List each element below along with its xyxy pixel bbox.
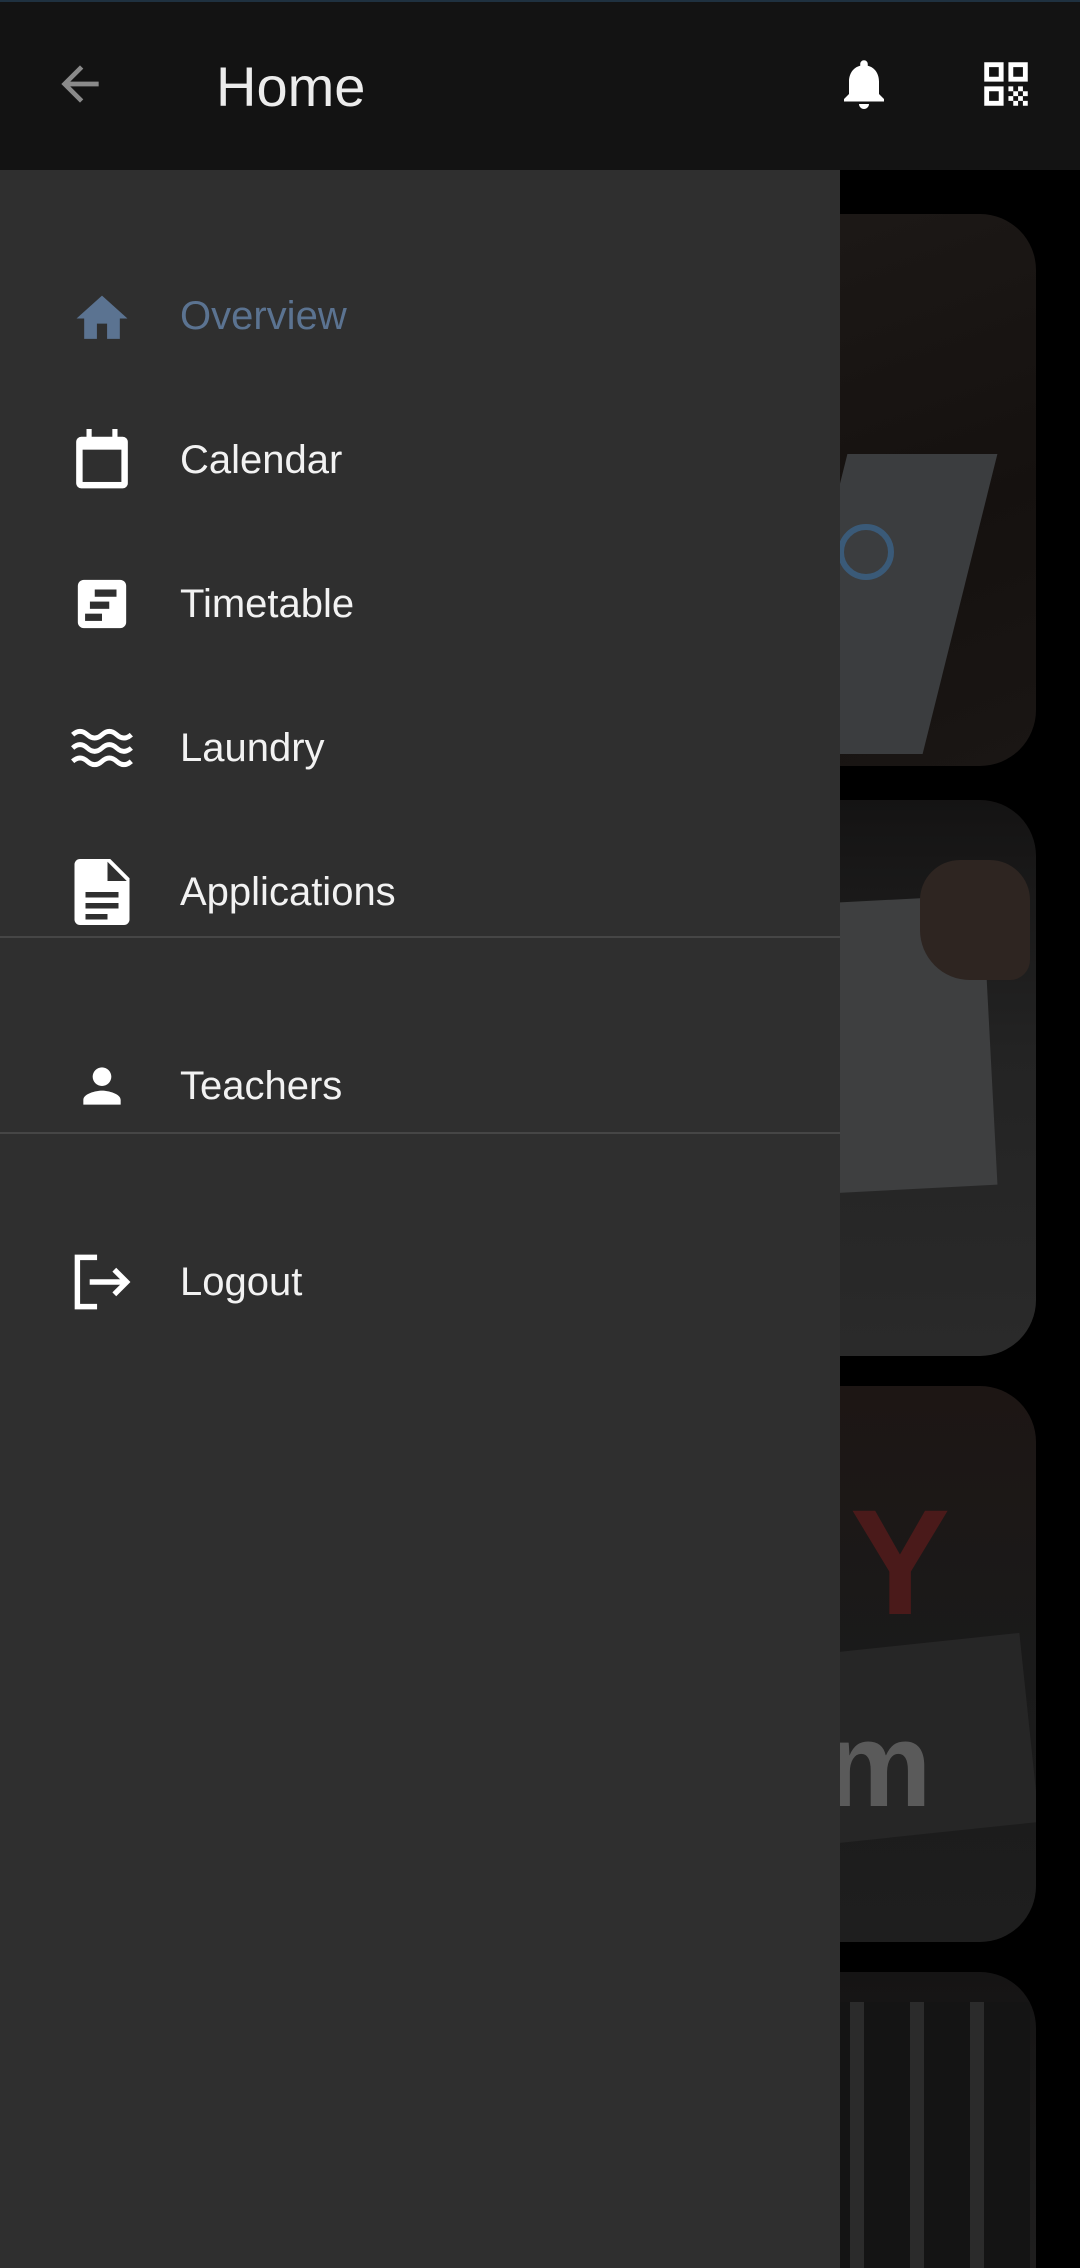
drawer-item-label: Timetable (180, 582, 355, 626)
drawer-item-label: Logout (180, 1260, 303, 1304)
drawer-item-teachers[interactable]: Teachers (0, 1036, 840, 1136)
card-image-detail (920, 860, 1030, 980)
arrow-left-icon (61, 65, 99, 103)
drawer-divider (0, 936, 840, 938)
qr-code-button[interactable] (970, 48, 1042, 120)
page-title: Home (216, 55, 366, 118)
drawer-item-laundry[interactable]: Laundry (0, 698, 840, 798)
drawer-item-timetable[interactable]: Timetable (0, 554, 840, 654)
drawer-item-applications[interactable]: Applications (0, 842, 840, 942)
drawer-item-label: Calendar (180, 438, 343, 482)
waves-icon (66, 718, 138, 778)
app-bar: Home (0, 0, 1080, 170)
qr-code-icon (984, 62, 1028, 106)
timetable-icon (66, 574, 138, 634)
document-icon (66, 859, 138, 925)
notifications-button[interactable] (828, 48, 900, 120)
navigation-drawer: Overview Calendar Timetable Laundry Appl… (0, 170, 840, 2268)
drawer-divider (0, 1132, 840, 1134)
drawer-item-calendar[interactable]: Calendar (0, 410, 840, 510)
logout-icon (66, 1252, 138, 1312)
calendar-icon (66, 429, 138, 490)
bell-icon (844, 60, 884, 109)
drawer-item-label: Overview (180, 294, 347, 338)
back-button[interactable] (44, 48, 116, 120)
drawer-item-overview[interactable]: Overview (0, 266, 840, 366)
person-icon (66, 1056, 138, 1116)
drawer-item-logout[interactable]: Logout (0, 1232, 840, 1332)
screen: Home Y m Overview Calendar Timetable Lau… (0, 0, 1080, 2268)
drawer-item-label: Teachers (180, 1064, 343, 1108)
card-image-letter: Y (850, 1478, 951, 1646)
card-image-detail (838, 524, 894, 580)
card-image-letter: m (825, 1698, 932, 1832)
drawer-item-label: Laundry (180, 726, 325, 770)
drawer-item-label: Applications (180, 870, 396, 914)
home-icon (66, 286, 138, 346)
